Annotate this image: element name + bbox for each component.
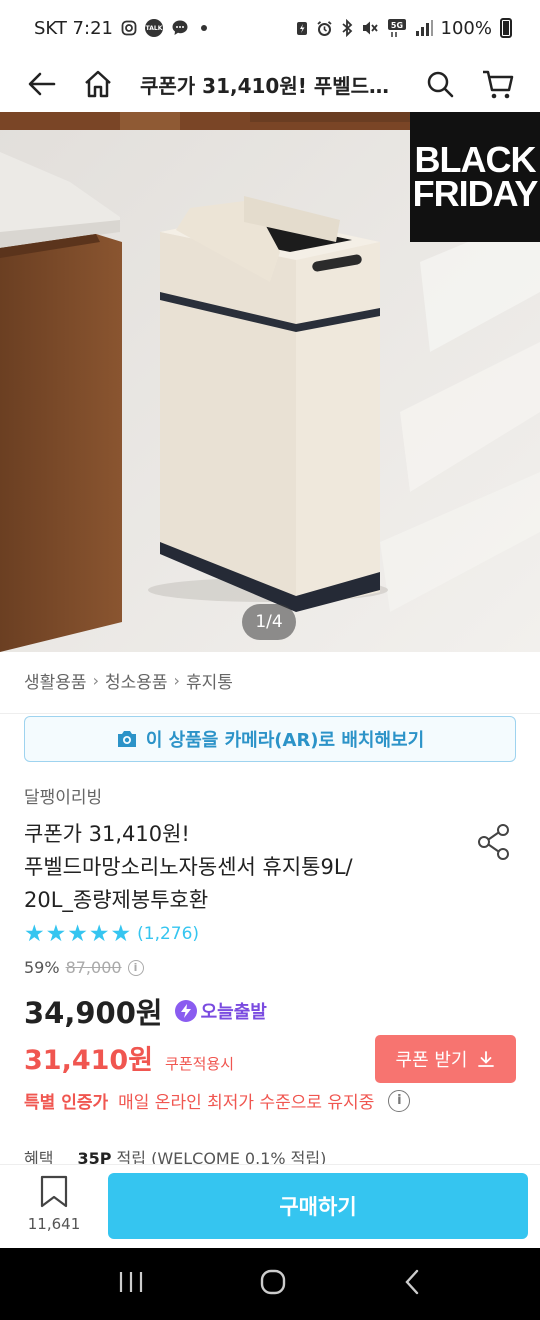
bookmark-button[interactable]: 11,641 (24, 1175, 84, 1233)
buy-button[interactable]: 구매하기 (108, 1173, 528, 1239)
get-coupon-button[interactable]: 쿠폰 받기 (375, 1035, 516, 1083)
back-chevron-icon (405, 1269, 419, 1295)
recent-apps-icon (119, 1272, 142, 1292)
benefit-text: 적립 (WELCOME 0.1% 적립) (116, 1150, 327, 1164)
original-price: 87,000 (65, 958, 122, 977)
battery-icon (500, 18, 512, 38)
star-icon: ★ (67, 921, 88, 947)
chevron-right-icon: › (173, 671, 180, 690)
share-button[interactable] (472, 820, 516, 864)
star-icon: ★ (88, 921, 110, 947)
product-title-line: 푸벨드마망소리노자동센서 휴지통9L/ (24, 855, 353, 879)
arrow-left-icon (28, 72, 56, 96)
ar-view-button[interactable]: 이 상품을 카메라(AR)로 배치해보기 (24, 716, 516, 762)
search-button[interactable] (418, 62, 462, 106)
star-icon: ★ (110, 921, 132, 947)
message-icon (171, 19, 189, 37)
star-icon: ★ (45, 921, 67, 947)
product-title: 쿠폰가 31,410원! 푸벨드마망소리노자동센서 휴지통9L/ 20L_종량제… (24, 818, 424, 917)
download-icon (478, 1051, 495, 1067)
page-title: 쿠폰가 31,410원! 푸벨드마망소리노자동센서 휴지통9L/20L_종량제봉… (140, 73, 398, 98)
breadcrumb-item-trashcan[interactable]: 휴지통 (186, 668, 233, 693)
mute-icon (361, 19, 379, 37)
bookmark-count: 11,641 (27, 1215, 81, 1233)
product-title-line: 20L_종량제봉투호환 (24, 888, 209, 912)
breadcrumb-item-living[interactable]: 생활용품 (24, 668, 87, 693)
discount-row: 59% 87,000 i (24, 958, 144, 977)
cart-icon (483, 70, 514, 99)
cart-button[interactable] (476, 62, 520, 106)
status-bar: SKT 7:21 TALK 5G 100% (0, 0, 540, 56)
back-button[interactable] (20, 62, 64, 106)
notification-dot-icon (200, 25, 207, 31)
back-nav-button[interactable] (402, 1268, 422, 1300)
product-title-line: 쿠폰가 31,410원! (24, 822, 190, 846)
get-coupon-label: 쿠폰 받기 (395, 1050, 468, 1071)
coupon-price-label: 쿠폰적용시 (165, 1055, 235, 1073)
lightning-icon (174, 1000, 197, 1022)
home-button[interactable] (76, 62, 120, 106)
badge-line-2: FRIDAY (412, 173, 539, 214)
product-image-carousel[interactable]: BLACK FRIDAY (0, 112, 540, 652)
instagram-icon (121, 20, 137, 36)
benefit-row: 혜택 35P 적립 (WELCOME 0.1% 적립) (24, 1150, 326, 1164)
home-icon (85, 70, 111, 98)
share-icon (478, 824, 509, 860)
breadcrumb-item-cleaning[interactable]: 청소용품 (105, 668, 168, 693)
price-row: 34,900원 오늘출발 (24, 990, 267, 1032)
info-icon[interactable]: i (388, 1089, 411, 1112)
discount-rate: 59% (24, 958, 60, 977)
status-time: SKT 7:21 (34, 17, 113, 39)
special-price-text: 매일 온라인 최저가 수준으로 유지중 (118, 1093, 375, 1113)
alarm-icon (316, 20, 333, 37)
benefit-points: 35P (77, 1150, 112, 1164)
today-delivery-label: 오늘출발 (200, 1002, 267, 1023)
bluetooth-icon (341, 19, 353, 37)
battery-percent: 100% (440, 17, 492, 39)
home-circle-icon (260, 1269, 286, 1295)
chevron-right-icon: › (92, 671, 99, 690)
info-icon[interactable]: i (127, 959, 144, 976)
sale-price: 34,900원 (24, 996, 163, 1030)
purchase-bar: 11,641 구매하기 (0, 1164, 540, 1248)
review-count[interactable]: (1,276) (137, 924, 199, 944)
search-icon (427, 71, 454, 98)
home-nav-button[interactable] (259, 1268, 287, 1300)
kakaotalk-icon: TALK (144, 19, 163, 37)
bookmark-icon (40, 1175, 68, 1208)
star-icon: ★ (24, 921, 45, 947)
svg-text:5G: 5G (390, 21, 402, 30)
benefit-label: 혜택 (24, 1150, 54, 1164)
app-bar: 쿠폰가 31,410원! 푸벨드마망소리노자동센서 휴지통9L/20L_종량제봉… (0, 56, 540, 112)
image-page-indicator: 1/4 (242, 604, 296, 640)
ar-view-label: 이 상품을 카메라(AR)로 배치해보기 (145, 730, 425, 751)
network-5g-icon: 5G (387, 18, 407, 38)
badge-line-1: BLACK (414, 139, 537, 180)
brand-name[interactable]: 달팽이리빙 (24, 783, 102, 808)
camera-icon (117, 731, 136, 747)
breadcrumb: 생활용품 › 청소용품 › 휴지통 (24, 668, 233, 693)
system-nav-bar (0, 1248, 540, 1320)
star-rating: ★ ★ ★ ★ ★ (24, 922, 131, 946)
divider (0, 713, 540, 714)
today-delivery-badge: 오늘출발 (174, 998, 267, 1024)
rating[interactable]: ★ ★ ★ ★ ★ (1,276) (24, 922, 199, 946)
battery-saver-icon (296, 20, 308, 36)
coupon-price-row: 31,410원 쿠폰적용시 (24, 1038, 234, 1077)
special-price-row: 특별 인증가 매일 온라인 최저가 수준으로 유지중 i (24, 1088, 411, 1113)
recent-apps-button[interactable] (118, 1270, 144, 1298)
signal-icon (415, 19, 433, 37)
black-friday-badge: BLACK FRIDAY (410, 112, 540, 242)
coupon-price: 31,410원 (24, 1045, 154, 1076)
special-price-label: 특별 인증가 (24, 1093, 109, 1113)
